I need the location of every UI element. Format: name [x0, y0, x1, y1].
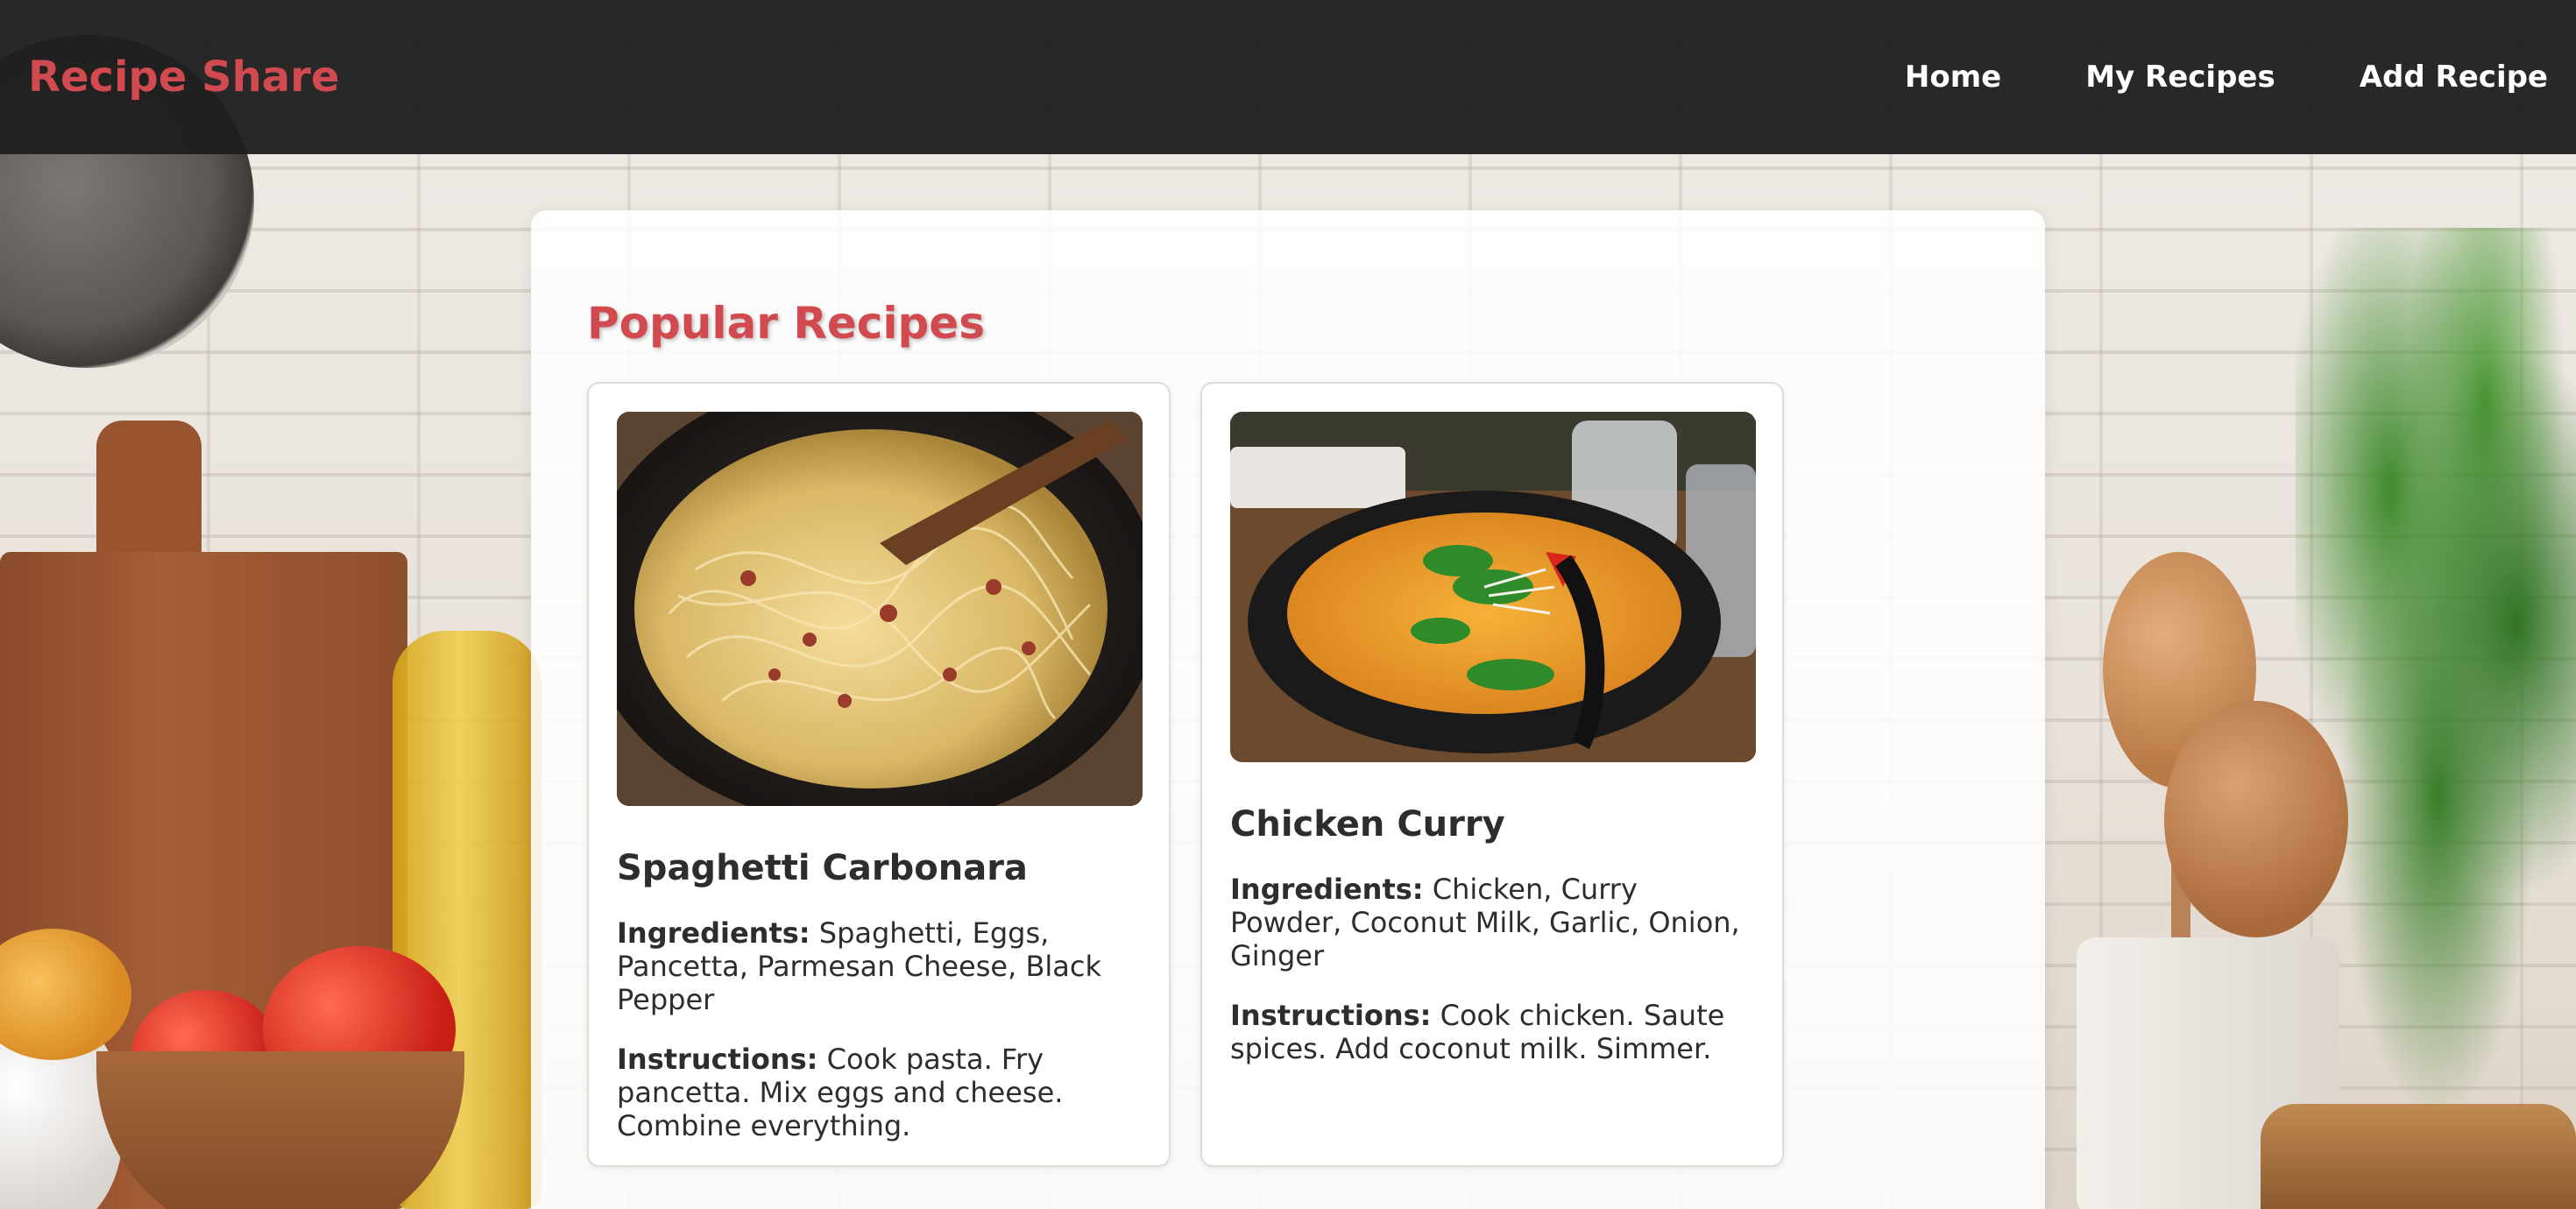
recipe-title: Chicken Curry [1230, 804, 1505, 845]
recipes-panel: Popular Recipes Spaghetti Carbonara Ingr… [531, 210, 2045, 1209]
recipe-ingredients: Ingredients: Spaghetti, Eggs, Pancetta, … [617, 916, 1141, 1016]
rosemary-plant [2296, 228, 2576, 1104]
recipe-card[interactable]: Chicken Curry Ingredients: Chicken, Curr… [1200, 382, 1784, 1167]
ingredients-label: Ingredients: [1230, 873, 1424, 906]
instructions-label: Instructions: [1230, 999, 1432, 1032]
recipe-title: Spaghetti Carbonara [617, 848, 1028, 888]
nav-my-recipes-link[interactable]: My Recipes [2085, 60, 2275, 95]
recipe-photo-carbonara [617, 412, 1143, 806]
recipe-photo-curry [1230, 412, 1756, 762]
site-header: Recipe Share Home My Recipes Add Recipe [0, 0, 2576, 154]
wooden-bowls-stack [2261, 1104, 2576, 1209]
recipe-card-list: Spaghetti Carbonara Ingredients: Spaghet… [587, 382, 1989, 1167]
main-nav: Home My Recipes Add Recipe [1821, 60, 2548, 95]
instructions-label: Instructions: [617, 1043, 818, 1076]
nav-home-link[interactable]: Home [1905, 60, 2001, 95]
nav-add-recipe-link[interactable]: Add Recipe [2360, 60, 2548, 95]
brand-logo[interactable]: Recipe Share [28, 53, 339, 102]
section-title: Popular Recipes [587, 298, 985, 349]
ingredients-label: Ingredients: [617, 916, 810, 950]
wooden-bowl [96, 1051, 464, 1209]
recipe-instructions: Instructions: Cook pasta. Fry pancetta. … [617, 1043, 1141, 1142]
recipe-ingredients: Ingredients: Chicken, Curry Powder, Coco… [1230, 873, 1754, 972]
recipe-instructions: Instructions: Cook chicken. Saute spices… [1230, 999, 1754, 1065]
carbonara-image [617, 412, 1143, 806]
curry-image [1230, 412, 1756, 762]
recipe-card[interactable]: Spaghetti Carbonara Ingredients: Spaghet… [587, 382, 1171, 1167]
